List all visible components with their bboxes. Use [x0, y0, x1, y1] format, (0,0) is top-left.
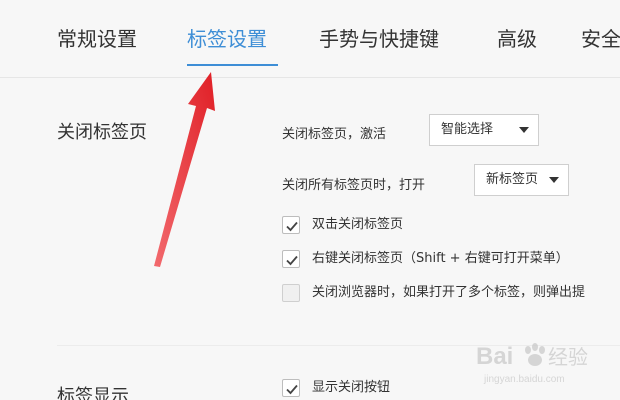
tab-advanced[interactable]: 高级	[497, 24, 537, 54]
checkmark-icon	[286, 221, 298, 232]
section-divider	[57, 345, 620, 346]
show-close-button-checkbox[interactable]	[282, 379, 300, 397]
right-click-close-checkbox[interactable]	[282, 250, 300, 268]
show-close-button-label: 显示关闭按钮	[312, 380, 391, 395]
confirm-close-browser-label: 关闭浏览器时，如果打开了多个标签，则弹出提	[312, 285, 586, 300]
close-all-tabs-select[interactable]: 新标签页	[474, 164, 569, 196]
right-click-close-label: 右键关闭标签页（Shift + 右键可打开菜单）	[312, 251, 569, 266]
double-click-close-checkbox[interactable]	[282, 216, 300, 234]
watermark-brand: Bai	[476, 343, 513, 370]
confirm-close-browser-checkbox[interactable]	[282, 284, 300, 302]
watermark-brand-suffix: 经验	[548, 345, 588, 369]
double-click-close-label: 双击关闭标签页	[312, 217, 404, 232]
chevron-down-icon	[549, 177, 559, 183]
checkmark-icon	[286, 384, 298, 395]
tab-general-settings[interactable]: 常规设置	[57, 24, 137, 54]
settings-tab-bar: 常规设置 标签设置 手势与快捷键 高级 安全	[0, 0, 620, 78]
tab-tab-settings[interactable]: 标签设置	[187, 24, 267, 54]
close-all-tabs-label: 关闭所有标签页时，打开	[282, 178, 426, 193]
section-title-close-tab: 关闭标签页	[57, 122, 147, 143]
chevron-down-icon	[519, 127, 529, 133]
watermark-url: jingyan.baidu.com	[483, 374, 565, 385]
activate-after-close-select[interactable]: 智能选择	[429, 114, 539, 146]
tab-gestures-shortcuts[interactable]: 手势与快捷键	[319, 24, 439, 54]
activate-after-close-label: 关闭标签页，激活	[282, 127, 387, 142]
tab-security[interactable]: 安全	[581, 24, 620, 54]
activate-after-close-value: 智能选择	[441, 122, 494, 137]
close-all-tabs-value: 新标签页	[486, 172, 539, 187]
section-title-tab-display: 标签显示	[57, 386, 129, 400]
active-tab-indicator	[187, 64, 278, 66]
checkmark-icon	[286, 255, 298, 266]
